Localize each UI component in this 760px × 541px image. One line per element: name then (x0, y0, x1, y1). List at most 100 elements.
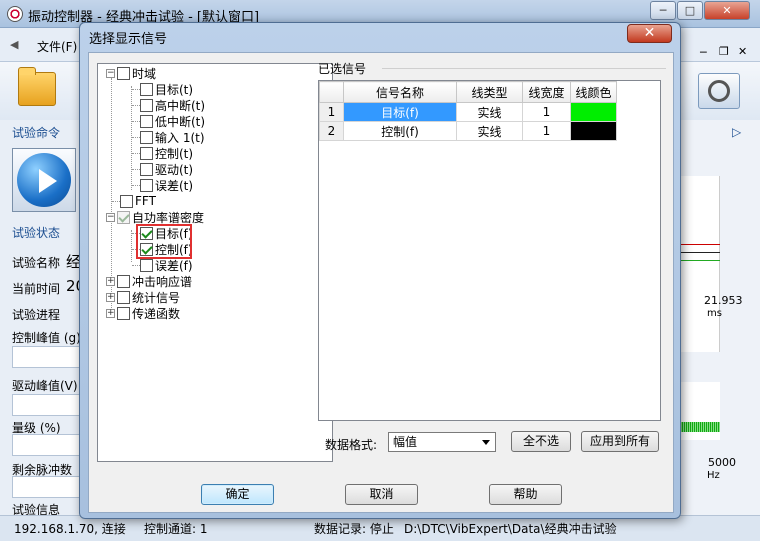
header-signal-name[interactable]: 信号名称 (343, 81, 457, 103)
tree-label: 目标(t) (155, 82, 194, 97)
cell-line-width[interactable]: 1 (522, 121, 571, 141)
tree-node-srs[interactable]: + 冲击响应谱 (106, 273, 192, 289)
control-peak-label: 控制峰值 (g) (12, 331, 81, 345)
tree-checkbox[interactable] (140, 178, 153, 192)
select-signals-dialog: 选择显示信号 ✕ − 时域 目标(t) 高中断(t) 低中断(t) 输入 1(t)… (79, 22, 681, 519)
row-number[interactable]: 2 (319, 121, 344, 141)
tree-node-time-domain[interactable]: − 时域 (106, 65, 156, 81)
commands-heading: 试验命令 (12, 126, 61, 140)
table-row[interactable]: 1 目标(f) 实线 1 (319, 102, 617, 122)
tree-checkbox[interactable] (120, 194, 133, 208)
expand-icon[interactable]: + (106, 292, 115, 302)
selected-signals-group: 已选信号 信号名称 线类型 线宽度 线颜色 1 目标(f) 实线 1 2 控制(… (318, 60, 670, 475)
tree-checkbox[interactable] (140, 98, 153, 112)
cell-line-color[interactable] (570, 121, 617, 141)
help-button[interactable]: 帮助 (489, 484, 562, 505)
tree-checkbox[interactable] (140, 130, 153, 144)
ok-button[interactable]: 确定 (201, 484, 274, 505)
tree-checkbox[interactable] (140, 258, 153, 272)
select-none-button[interactable]: 全不选 (511, 431, 571, 452)
test-name-label: 试验名称 (12, 256, 61, 270)
status-record: 数据记录: 停止 (314, 522, 394, 536)
status-heading: 试验状态 (12, 226, 61, 240)
tree-node-stats[interactable]: + 统计信号 (106, 289, 180, 305)
mdi-minimize-icon[interactable]: ─ (700, 46, 707, 59)
tree-node-td-error[interactable]: 误差(t) (140, 177, 193, 193)
tree-label: 驱动(t) (155, 162, 194, 177)
apply-to-all-button[interactable]: 应用到所有 (581, 431, 659, 452)
expand-icon[interactable]: + (106, 308, 115, 318)
header-line-type[interactable]: 线类型 (456, 81, 523, 103)
tree-checkbox[interactable] (140, 82, 153, 96)
data-format-select[interactable]: 幅值 (388, 432, 496, 452)
tree-node-td-lowcut[interactable]: 低中断(t) (140, 113, 205, 129)
drive-peak-label: 驱动峰值(V) (12, 379, 78, 393)
tree-node-psd[interactable]: − 自功率谱密度 (106, 209, 204, 225)
cell-line-width[interactable]: 1 (522, 102, 571, 122)
tree-checkbox[interactable] (117, 306, 130, 320)
open-folder-icon[interactable] (18, 67, 56, 106)
table-row[interactable]: 2 控制(f) 实线 1 (319, 121, 617, 141)
cell-signal-name[interactable]: 控制(f) (343, 121, 457, 141)
tree-node-fft[interactable]: FFT (120, 193, 156, 209)
tree-node-td-highcut[interactable]: 高中断(t) (140, 97, 205, 113)
remaining-pulses-field (12, 476, 82, 498)
signal-tree[interactable]: − 时域 目标(t) 高中断(t) 低中断(t) 输入 1(t) 控制(t) 驱动… (97, 63, 333, 462)
current-time-label: 当前时间 (12, 282, 61, 296)
level-field (12, 434, 82, 456)
close-button[interactable]: ✕ (704, 1, 750, 20)
cell-line-color[interactable] (570, 102, 617, 122)
cancel-button[interactable]: 取消 (345, 484, 418, 505)
tree-label: 时域 (132, 66, 157, 81)
dialog-close-button[interactable]: ✕ (627, 24, 672, 43)
tree-checkbox[interactable] (140, 114, 153, 128)
header-corner (319, 81, 344, 103)
tree-label: 控制(t) (155, 146, 194, 161)
header-line-width[interactable]: 线宽度 (522, 81, 571, 103)
mdi-restore-icon[interactable]: ❐ (719, 45, 729, 58)
mdi-close-icon[interactable]: ✕ (738, 45, 747, 58)
status-channel: 控制通道: 1 (144, 522, 208, 536)
tree-checkbox[interactable] (117, 274, 130, 288)
status-connection: 192.168.1.70, 连接 (14, 522, 126, 536)
tree-checkbox[interactable] (117, 290, 130, 304)
tree-label: 低中断(t) (155, 114, 206, 129)
table-header-row: 信号名称 线类型 线宽度 线颜色 (319, 81, 617, 103)
cell-line-type[interactable]: 实线 (456, 121, 523, 141)
tree-node-td-drive[interactable]: 驱动(t) (140, 161, 193, 177)
menu-file[interactable]: 文件(F) (37, 38, 77, 55)
maximize-button[interactable]: □ (677, 1, 703, 20)
selected-signals-table[interactable]: 信号名称 线类型 线宽度 线颜色 1 目标(f) 实线 1 2 控制(f) 实线… (318, 80, 661, 421)
tree-node-td-target[interactable]: 目标(t) (140, 81, 193, 97)
tree-node-transfer[interactable]: + 传递函数 (106, 305, 180, 321)
tree-label: 自功率谱密度 (132, 210, 205, 225)
tree-node-td-input[interactable]: 输入 1(t) (140, 129, 205, 145)
menu-app-icon[interactable]: ◀ (10, 38, 18, 51)
app-icon (7, 6, 23, 22)
left-panel: 试验命令 试验状态 试验名称 经 当前时间 20 试验进程 控制峰值 (g) 驱… (0, 120, 85, 517)
expand-icon[interactable]: + (106, 276, 115, 286)
tree-node-td-control[interactable]: 控制(t) (140, 145, 193, 161)
header-line-color[interactable]: 线颜色 (570, 81, 617, 103)
tree-checkbox[interactable] (117, 66, 130, 80)
tree-label: 冲击响应谱 (132, 274, 193, 289)
start-test-button[interactable] (12, 148, 76, 212)
drive-peak-field (12, 394, 82, 416)
tree-node-psd-error[interactable]: 误差(f) (140, 257, 193, 273)
selected-signals-label: 已选信号 (318, 62, 367, 76)
tree-checkbox[interactable] (140, 146, 153, 160)
freq-axis-value: 5000 (708, 456, 736, 469)
tree-label: 误差(f) (155, 258, 193, 273)
dropdown-arrow-icon[interactable] (482, 440, 490, 445)
cell-line-type[interactable]: 实线 (456, 102, 523, 122)
row-number[interactable]: 1 (319, 102, 344, 122)
tree-label: 高中断(t) (155, 98, 206, 113)
collapse-icon[interactable]: − (106, 68, 115, 78)
cell-signal-name[interactable]: 目标(f) (343, 102, 457, 122)
collapse-icon[interactable]: − (106, 212, 115, 222)
panel-arrow-icon[interactable]: ▷ (732, 125, 741, 139)
zoom-icon[interactable] (698, 73, 740, 109)
minimize-button[interactable]: ─ (650, 1, 676, 20)
tree-checkbox[interactable] (140, 162, 153, 176)
tree-checkbox[interactable] (117, 210, 130, 224)
